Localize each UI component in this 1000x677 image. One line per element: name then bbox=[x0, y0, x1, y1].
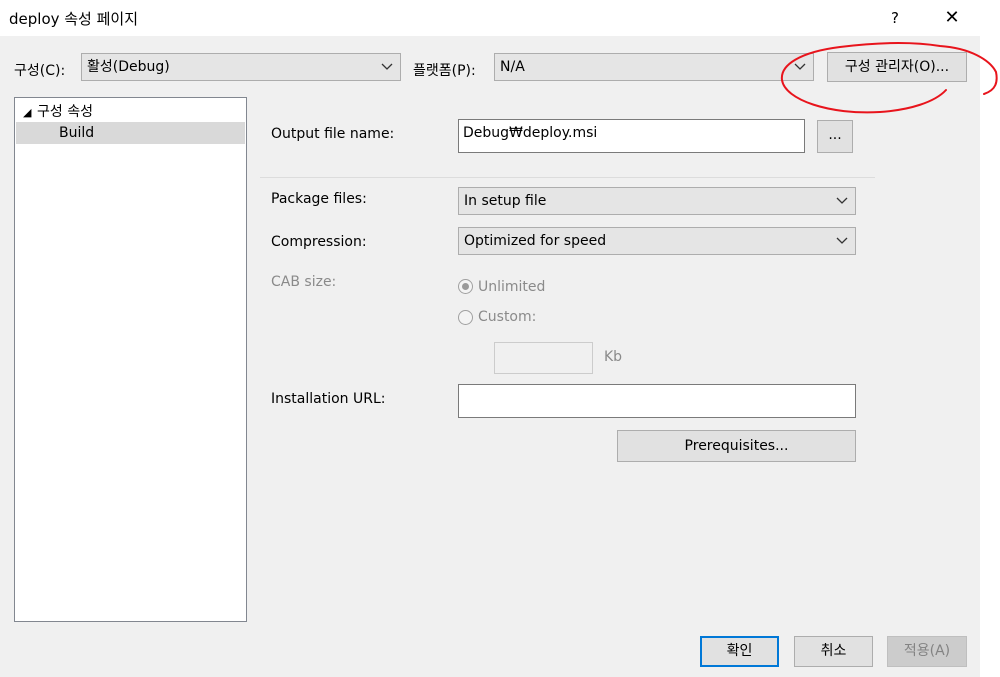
cab-size-input[interactable] bbox=[494, 342, 593, 374]
browse-button[interactable]: ... bbox=[817, 120, 853, 153]
compression-value: Optimized for speed bbox=[464, 233, 607, 249]
config-manager-button[interactable]: 구성 관리자(O)... bbox=[827, 52, 967, 82]
installation-url-field[interactable] bbox=[458, 384, 856, 418]
property-tree: ◢ 구성 속성 Build bbox=[14, 97, 247, 622]
unlimited-label: Unlimited bbox=[478, 279, 546, 295]
chevron-down-icon bbox=[836, 197, 848, 204]
title-bar: deploy 속성 페이지 ? ✕ bbox=[0, 0, 1000, 36]
cancel-button[interactable]: 취소 bbox=[794, 636, 873, 667]
package-files-dropdown[interactable]: In setup file bbox=[458, 187, 856, 215]
tree-item-build[interactable]: Build bbox=[16, 122, 245, 144]
chevron-down-icon bbox=[381, 63, 393, 70]
config-dropdown[interactable]: 활성(Debug) bbox=[81, 53, 401, 81]
platform-dropdown-value: N/A bbox=[500, 59, 525, 75]
help-button[interactable]: ? bbox=[880, 4, 910, 32]
package-files-value: In setup file bbox=[464, 193, 547, 209]
separator bbox=[260, 177, 875, 178]
window-title: deploy 속성 페이지 bbox=[9, 10, 139, 28]
custom-radio[interactable] bbox=[458, 310, 473, 325]
kb-label: Kb bbox=[604, 349, 623, 365]
chevron-down-icon bbox=[836, 237, 848, 244]
dialog-client-area: 구성(C): 활성(Debug) 플랫폼(P): N/A 구성 관리자(O)..… bbox=[0, 36, 980, 677]
expand-triangle-icon[interactable]: ◢ bbox=[23, 106, 37, 119]
compression-dropdown[interactable]: Optimized for speed bbox=[458, 227, 856, 255]
platform-label: 플랫폼(P): bbox=[413, 63, 476, 79]
window-edge bbox=[980, 36, 1000, 677]
installation-url-label: Installation URL: bbox=[271, 391, 386, 407]
cab-size-label: CAB size: bbox=[271, 274, 337, 290]
platform-dropdown[interactable]: N/A bbox=[494, 53, 814, 81]
custom-label: Custom: bbox=[478, 309, 537, 325]
config-label: 구성(C): bbox=[14, 63, 66, 79]
output-file-field[interactable]: Debug₩deploy.msi bbox=[458, 119, 805, 153]
apply-button[interactable]: 적용(A) bbox=[887, 636, 967, 667]
ok-button[interactable]: 확인 bbox=[700, 636, 779, 667]
config-dropdown-value: 활성(Debug) bbox=[87, 59, 170, 75]
output-file-label: Output file name: bbox=[271, 126, 395, 142]
chevron-down-icon bbox=[794, 63, 806, 70]
tree-root-item[interactable]: ◢ 구성 속성 bbox=[23, 101, 93, 121]
unlimited-radio[interactable] bbox=[458, 279, 473, 294]
compression-label: Compression: bbox=[271, 234, 367, 250]
prerequisites-button[interactable]: Prerequisites... bbox=[617, 430, 856, 462]
tree-root-label: 구성 속성 bbox=[37, 104, 93, 120]
close-button[interactable]: ✕ bbox=[937, 4, 967, 32]
package-files-label: Package files: bbox=[271, 191, 367, 207]
